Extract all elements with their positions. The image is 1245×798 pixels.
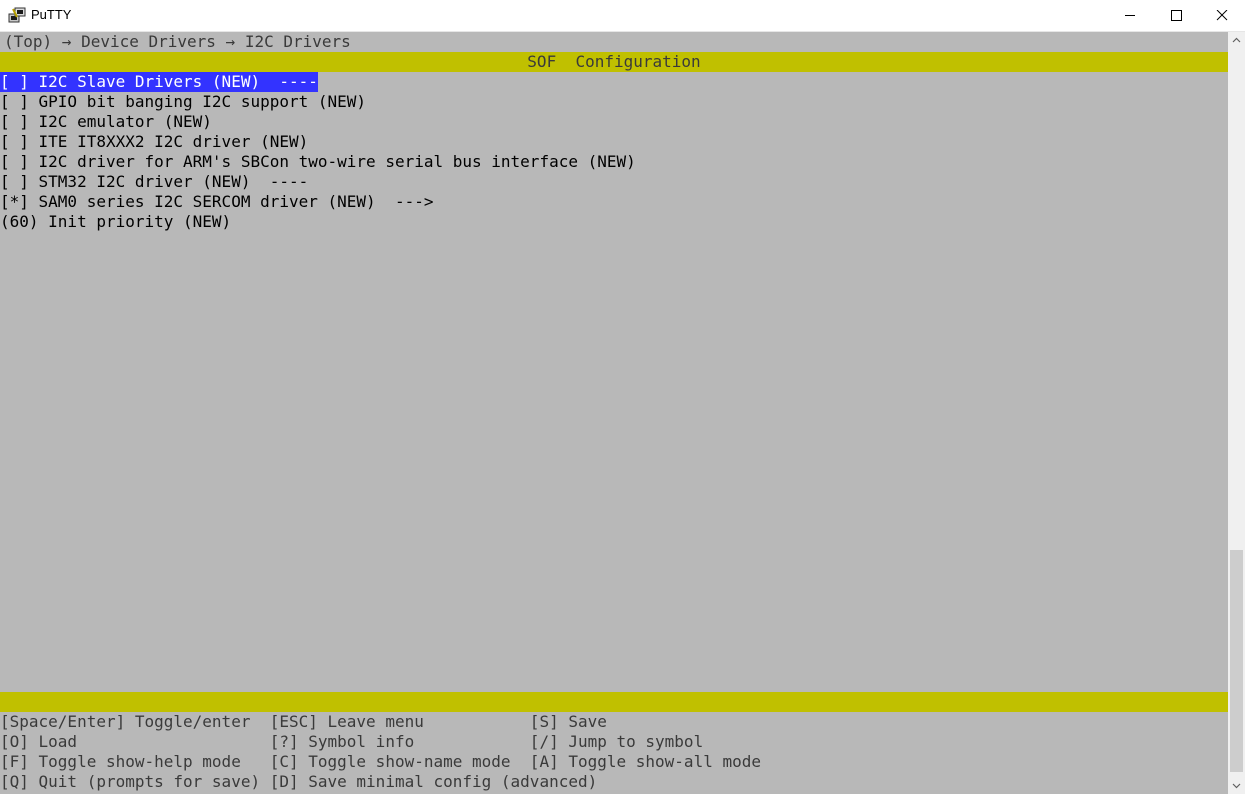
terminal-area[interactable]: (Top) → Device Drivers → I2C Drivers SOF… bbox=[0, 32, 1228, 794]
menu-item-i2c-emulator[interactable]: [ ] I2C emulator (NEW) bbox=[0, 112, 212, 132]
maximize-button[interactable] bbox=[1153, 0, 1199, 31]
scroll-down-button[interactable] bbox=[1228, 777, 1245, 794]
menu-item-arm-sbcon[interactable]: [ ] I2C driver for ARM's SBCon two-wire … bbox=[0, 152, 636, 172]
menu-item-sam0-sercom[interactable]: [*] SAM0 series I2C SERCOM driver (NEW) … bbox=[0, 192, 433, 212]
scroll-up-button[interactable] bbox=[1228, 32, 1245, 49]
footer-bar bbox=[0, 692, 1228, 712]
minimize-button[interactable] bbox=[1107, 0, 1153, 31]
help-line-3: [F] Toggle show-help mode [C] Toggle sho… bbox=[0, 752, 761, 771]
window-title: PuTTY bbox=[31, 7, 72, 22]
breadcrumb: (Top) → Device Drivers → I2C Drivers bbox=[4, 32, 351, 51]
menu-item-ite-it8xxx2[interactable]: [ ] ITE IT8XXX2 I2C driver (NEW) bbox=[0, 132, 308, 152]
putty-icon bbox=[8, 7, 26, 23]
chevron-down-icon bbox=[1232, 783, 1241, 789]
help-line-1: [Space/Enter] Toggle/enter [ESC] Leave m… bbox=[0, 712, 607, 731]
page-title: SOF Configuration bbox=[527, 52, 701, 71]
minimize-icon bbox=[1125, 15, 1135, 16]
close-button[interactable] bbox=[1199, 0, 1245, 31]
maximize-icon bbox=[1171, 10, 1182, 21]
menu-item-i2c-slave-drivers[interactable]: [ ] I2C Slave Drivers (NEW) ---- bbox=[0, 72, 318, 92]
help-line-4: [Q] Quit (prompts for save) [D] Save min… bbox=[0, 772, 598, 791]
vertical-scrollbar[interactable] bbox=[1228, 32, 1245, 794]
menu-item-stm32[interactable]: [ ] STM32 I2C driver (NEW) ---- bbox=[0, 172, 308, 192]
chevron-up-icon bbox=[1232, 37, 1241, 43]
menu-item-gpio-bit-banging[interactable]: [ ] GPIO bit banging I2C support (NEW) bbox=[0, 92, 366, 112]
help-line-2: [O] Load [?] Symbol info [/] Jump to sym… bbox=[0, 732, 704, 751]
close-icon bbox=[1216, 10, 1228, 21]
scroll-thumb[interactable] bbox=[1230, 550, 1243, 772]
title-bar: PuTTY bbox=[0, 0, 1245, 32]
menu-item-init-priority[interactable]: (60) Init priority (NEW) bbox=[0, 212, 231, 232]
